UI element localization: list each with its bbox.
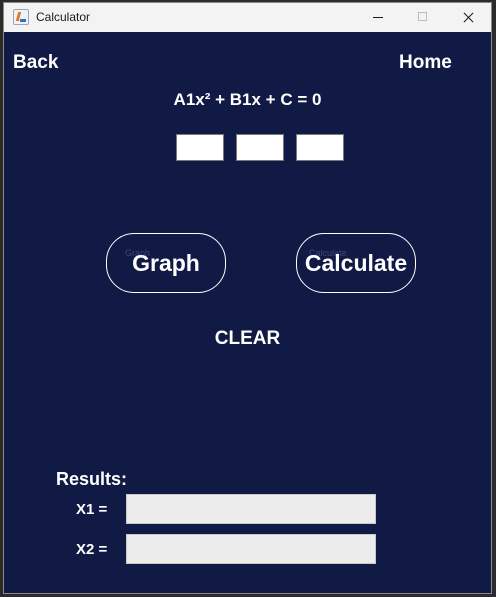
calculate-button[interactable]: Calculate Calculate bbox=[296, 233, 416, 293]
graph-button-label: Graph bbox=[132, 250, 200, 276]
calculator-window: Calculator Back Home A1x² + B1x + C = 0 … bbox=[3, 2, 492, 594]
clear-button[interactable]: CLEAR bbox=[4, 328, 491, 350]
results-heading: Results: bbox=[56, 469, 128, 489]
coefficient-c-input[interactable] bbox=[296, 134, 344, 161]
java-app-icon bbox=[13, 9, 29, 25]
close-button[interactable] bbox=[445, 3, 491, 32]
minimize-button[interactable] bbox=[354, 3, 400, 32]
x1-label: X1 = bbox=[76, 501, 108, 518]
maximize-button[interactable] bbox=[400, 3, 446, 32]
graph-button[interactable]: Graph Graph bbox=[106, 233, 226, 293]
equation-label: A1x² + B1x + C = 0 bbox=[173, 90, 322, 109]
x2-label: X2 = bbox=[76, 541, 108, 558]
calculator-panel: Back Home A1x² + B1x + C = 0 Graph Graph… bbox=[4, 32, 491, 593]
coefficient-a-input[interactable] bbox=[176, 134, 224, 161]
home-button[interactable]: Home bbox=[399, 52, 452, 74]
calculate-button-label: Calculate bbox=[304, 250, 408, 276]
x2-result-field[interactable] bbox=[126, 534, 376, 564]
window-title: Calculator bbox=[36, 10, 91, 24]
title-bar[interactable]: Calculator bbox=[4, 3, 491, 32]
x1-result-field[interactable] bbox=[126, 494, 376, 524]
coefficient-b-input[interactable] bbox=[236, 134, 284, 161]
back-button[interactable]: Back bbox=[13, 52, 58, 74]
